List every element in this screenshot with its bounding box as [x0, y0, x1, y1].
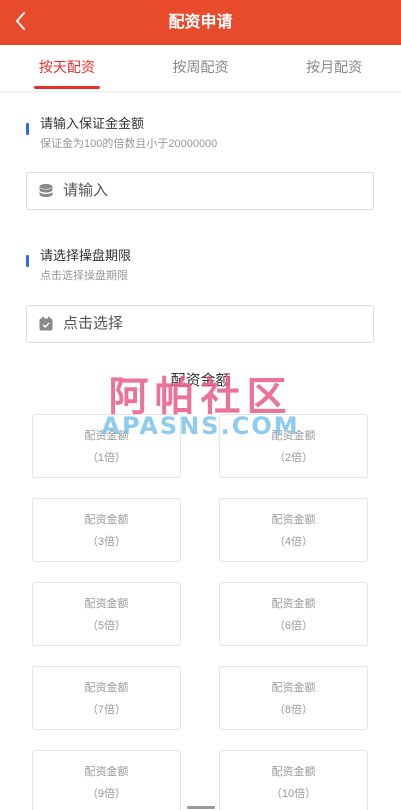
tab-daily[interactable]: 按天配资	[0, 45, 134, 91]
card-multiple: （7倍）	[86, 704, 127, 716]
amount-card-6x[interactable]: 配资金额 （6倍）	[219, 582, 368, 646]
card-multiple: （5倍）	[86, 620, 127, 632]
amount-grid-title: 配资金额	[170, 372, 231, 389]
card-multiple: （1倍）	[86, 452, 127, 464]
amount-card-10x[interactable]: 配资金额 （10倍）	[219, 750, 368, 810]
deposit-input[interactable]	[63, 173, 363, 209]
page-title: 配资申请	[168, 14, 233, 31]
card-multiple: （9倍）	[86, 788, 127, 800]
card-label: 配资金额	[84, 766, 129, 778]
amount-card-4x[interactable]: 配资金额 （4倍）	[219, 498, 368, 562]
amount-card-5x[interactable]: 配资金额 （5倍）	[32, 582, 181, 646]
card-multiple: （8倍）	[273, 704, 314, 716]
card-label: 配资金额	[271, 514, 316, 526]
calendar-icon	[39, 316, 53, 331]
card-multiple: （4倍）	[273, 536, 314, 548]
amount-card-1x[interactable]: 配资金额 （1倍）	[32, 414, 181, 478]
amount-card-7x[interactable]: 配资金额 （7倍）	[32, 666, 181, 730]
card-label: 配资金额	[271, 598, 316, 610]
app-header: 配资申请	[0, 0, 401, 45]
card-multiple: （3倍）	[86, 536, 127, 548]
card-multiple: （2倍）	[273, 452, 314, 464]
main-content: 请输入保证金金额 保证金为100的倍数且小于20000000 请选择操盘期限 点…	[0, 93, 401, 810]
deposit-hint: 保证金为100的倍数且小于20000000	[40, 138, 218, 150]
tab-monthly[interactable]: 按月配资	[267, 45, 401, 91]
card-label: 配资金额	[271, 430, 316, 442]
deposit-title: 请输入保证金金额	[40, 116, 145, 131]
card-label: 配资金额	[84, 682, 129, 694]
deposit-field[interactable]	[26, 172, 374, 210]
coins-icon	[39, 184, 53, 197]
amount-card-3x[interactable]: 配资金额 （3倍）	[32, 498, 181, 562]
home-indicator	[187, 806, 215, 809]
card-label: 配资金额	[84, 514, 129, 526]
period-select[interactable]: 点击选择	[26, 305, 374, 343]
amount-card-2x[interactable]: 配资金额 （2倍）	[219, 414, 368, 478]
card-multiple: （6倍）	[273, 620, 314, 632]
card-label: 配资金额	[271, 682, 316, 694]
card-label: 配资金额	[84, 598, 129, 610]
section-accent-bar	[26, 255, 29, 267]
tab-weekly[interactable]: 按周配资	[134, 45, 268, 91]
tab-bar: 按天配资 按周配资 按月配资	[0, 45, 401, 92]
period-hint: 点击选择操盘期限	[40, 270, 128, 282]
period-title: 请选择操盘期限	[40, 248, 132, 263]
period-value: 点击选择	[63, 315, 124, 332]
card-label: 配资金额	[84, 430, 129, 442]
card-multiple: （10倍）	[270, 788, 317, 800]
section-accent-bar	[26, 123, 29, 135]
amount-card-9x[interactable]: 配资金额 （9倍）	[32, 750, 181, 810]
card-label: 配资金额	[271, 766, 316, 778]
amount-card-8x[interactable]: 配资金额 （8倍）	[219, 666, 368, 730]
